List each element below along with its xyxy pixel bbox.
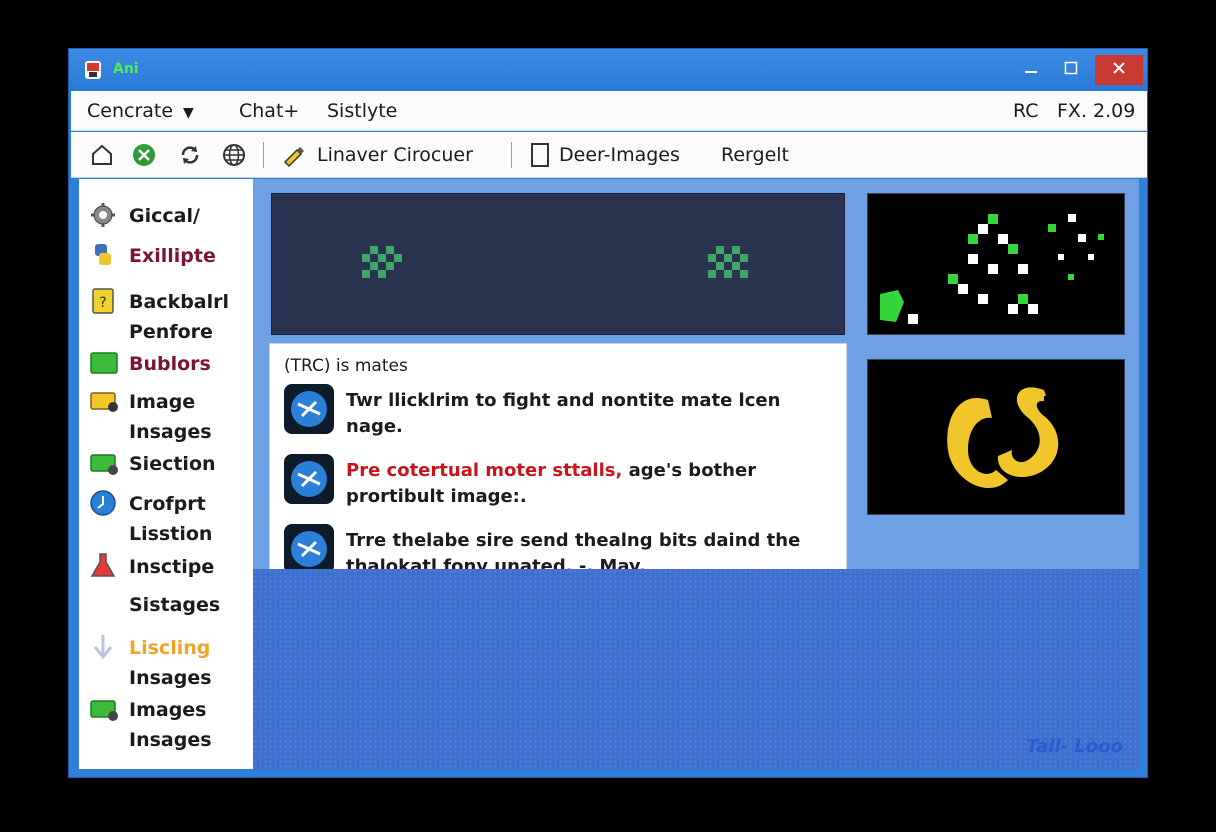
logo-image: [947, 387, 1059, 489]
sidebar-item-label: Backbalrl: [129, 291, 230, 313]
sidebar-item-sublabel: Sistages: [129, 594, 221, 616]
sidebar-item-sublabel: Insages: [129, 729, 212, 751]
avatar: [284, 384, 334, 434]
messages-header: (TRC) is mates: [284, 356, 408, 376]
desktop-background: Tall- Looo: [253, 569, 1139, 769]
content-area: Giccal/ Exillipte ? Backbalrl Penfore Bu…: [79, 179, 1139, 769]
menu-rc[interactable]: RC: [1013, 100, 1039, 122]
maximize-button[interactable]: [1051, 55, 1091, 85]
pixel-pattern: [362, 246, 748, 278]
home-icon[interactable]: [89, 142, 115, 168]
down-arrow-icon: [93, 635, 113, 660]
close-icon: [1113, 62, 1125, 74]
close-button[interactable]: [1095, 55, 1143, 85]
question-folder-icon: ?: [92, 288, 114, 314]
maximize-icon: [1064, 61, 1078, 75]
sidebar-item-sublabel: Penfore: [129, 321, 213, 343]
green-image-icon: [90, 700, 118, 721]
menu-cencrate[interactable]: Cencrate ▼: [87, 100, 194, 122]
messages-panel: (TRC) is mates Twr llicklrim to fight an…: [269, 343, 847, 591]
message-text: Twr llicklrim to fight and nontite mate …: [346, 390, 781, 437]
thumbnail-logo[interactable]: [867, 359, 1125, 515]
sidebar-item-sublabel: Insages: [129, 421, 212, 443]
sidebar-item-label: Crofprt: [129, 493, 206, 515]
blue-circle-icon: [90, 490, 116, 516]
green-image-icon: [90, 454, 118, 475]
app-icon: [85, 61, 101, 79]
pen-icon: [283, 147, 304, 168]
pixel-art-image: [880, 214, 1104, 324]
menu-chat[interactable]: Chat+: [239, 100, 299, 122]
sidebar-item-label: Liscling: [129, 637, 211, 659]
xbox-icon[interactable]: [131, 142, 157, 168]
deer-images-button[interactable]: Deer-Images: [559, 144, 680, 166]
document-icon: [531, 143, 549, 167]
sidebar-item-label: Insctipe: [129, 556, 215, 578]
avatar: [284, 454, 334, 504]
flask-icon: [90, 553, 116, 577]
chevron-down-icon: ▼: [183, 105, 194, 121]
rergelt-button[interactable]: Rergelt: [721, 144, 789, 166]
title-bar: Ani: [69, 49, 1147, 91]
sidebar-item-label: Giccal/: [129, 205, 200, 227]
version-label: FX. 2.09: [1057, 100, 1136, 122]
minimize-icon: [1025, 71, 1037, 73]
sidebar: Giccal/ Exillipte ? Backbalrl Penfore Bu…: [79, 179, 253, 769]
globe-icon[interactable]: [221, 142, 247, 168]
image-folder-icon: [90, 392, 118, 412]
banner-image: [271, 193, 845, 335]
toolbar: Linaver Cirocuer Deer-Images Rergelt: [71, 132, 1147, 178]
message-text: Pre cotertual moter sttalls, age's bothe…: [346, 458, 836, 510]
gear-icon: [91, 203, 115, 227]
thumbnail-pixel-art[interactable]: [867, 193, 1125, 335]
menu-sistlyte[interactable]: Sistlyte: [327, 100, 397, 122]
sidebar-item-sublabel: Lisstion: [129, 523, 213, 545]
avatar: [284, 524, 334, 574]
sidebar-item-label: Siection: [129, 453, 216, 475]
window-title: Ani: [113, 61, 139, 77]
menu-cencrate-label: Cencrate: [87, 100, 174, 122]
sidebar-item-label: Exillipte: [129, 245, 216, 267]
toolbar-divider: [263, 142, 264, 168]
linaver-button[interactable]: Linaver Cirocuer: [317, 144, 473, 166]
sidebar-item-label: Image: [129, 391, 196, 413]
message-highlight: Pre cotertual moter sttalls,: [346, 460, 623, 481]
svg-text:?: ?: [99, 295, 106, 311]
watermark: Tall- Looo: [1026, 736, 1123, 757]
green-folder-icon: [90, 352, 118, 374]
sidebar-item-label: Images: [129, 699, 207, 721]
sidebar-item-sublabel: Insages: [129, 667, 212, 689]
toolbar-divider: [511, 142, 512, 168]
sidebar-item-label: Bublors: [129, 353, 211, 375]
app-window: Ani Cencrate ▼ Chat+ Sistlyte RC FX. 2.09: [68, 48, 1148, 778]
menu-bar: Cencrate ▼ Chat+ Sistlyte RC FX. 2.09: [71, 91, 1147, 131]
minimize-button[interactable]: [1011, 55, 1051, 85]
python-icon: [95, 244, 111, 265]
refresh-icon[interactable]: [177, 142, 203, 168]
